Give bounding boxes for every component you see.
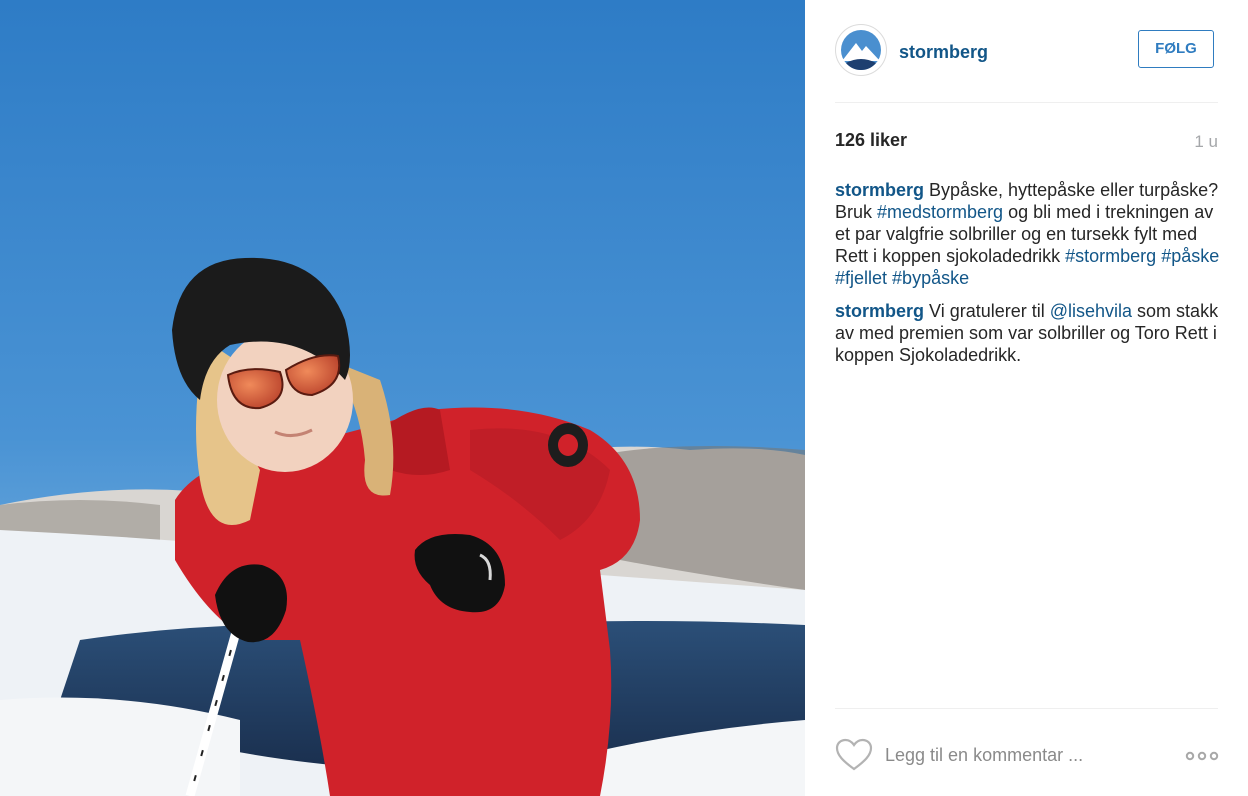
comment: stormberg Vi gratulerer til @lisehvila s…: [835, 300, 1220, 366]
comment-author[interactable]: stormberg: [835, 180, 924, 200]
post-sidebar: stormberg FØLG 126 liker 1 u stormberg B…: [805, 0, 1248, 796]
actions-divider: [835, 708, 1218, 709]
like-count[interactable]: 126 liker: [835, 130, 907, 151]
post-header: stormberg FØLG: [835, 24, 1218, 78]
hashtag-link[interactable]: #stormberg: [1065, 246, 1156, 266]
hashtag-link[interactable]: #bypåske: [892, 268, 969, 288]
post-timestamp[interactable]: 1 u: [1194, 132, 1218, 152]
hashtag-link[interactable]: #påske: [1161, 246, 1219, 266]
mention-link[interactable]: @lisehvila: [1050, 301, 1132, 321]
follow-button[interactable]: FØLG: [1138, 30, 1214, 68]
comment-list: stormberg Bypåske, hyttepåske eller turp…: [835, 179, 1220, 377]
stormberg-logo-icon: [841, 30, 881, 70]
comment-text: Vi gratulerer til: [924, 301, 1050, 321]
post-photo[interactable]: [0, 0, 805, 796]
post-username[interactable]: stormberg: [899, 42, 988, 63]
avatar[interactable]: [835, 24, 887, 76]
add-comment-input[interactable]: [885, 740, 1175, 770]
comment-author[interactable]: stormberg: [835, 301, 924, 321]
comment: stormberg Bypåske, hyttepåske eller turp…: [835, 179, 1220, 289]
hashtag-link[interactable]: #medstormberg: [877, 202, 1003, 222]
ellipsis-icon: [1185, 751, 1219, 761]
post-image: [0, 0, 805, 796]
like-button[interactable]: [835, 737, 873, 773]
header-divider: [835, 102, 1218, 103]
more-options-button[interactable]: [1185, 745, 1219, 767]
heart-outline-icon: [835, 738, 873, 771]
hashtag-link[interactable]: #fjellet: [835, 268, 887, 288]
